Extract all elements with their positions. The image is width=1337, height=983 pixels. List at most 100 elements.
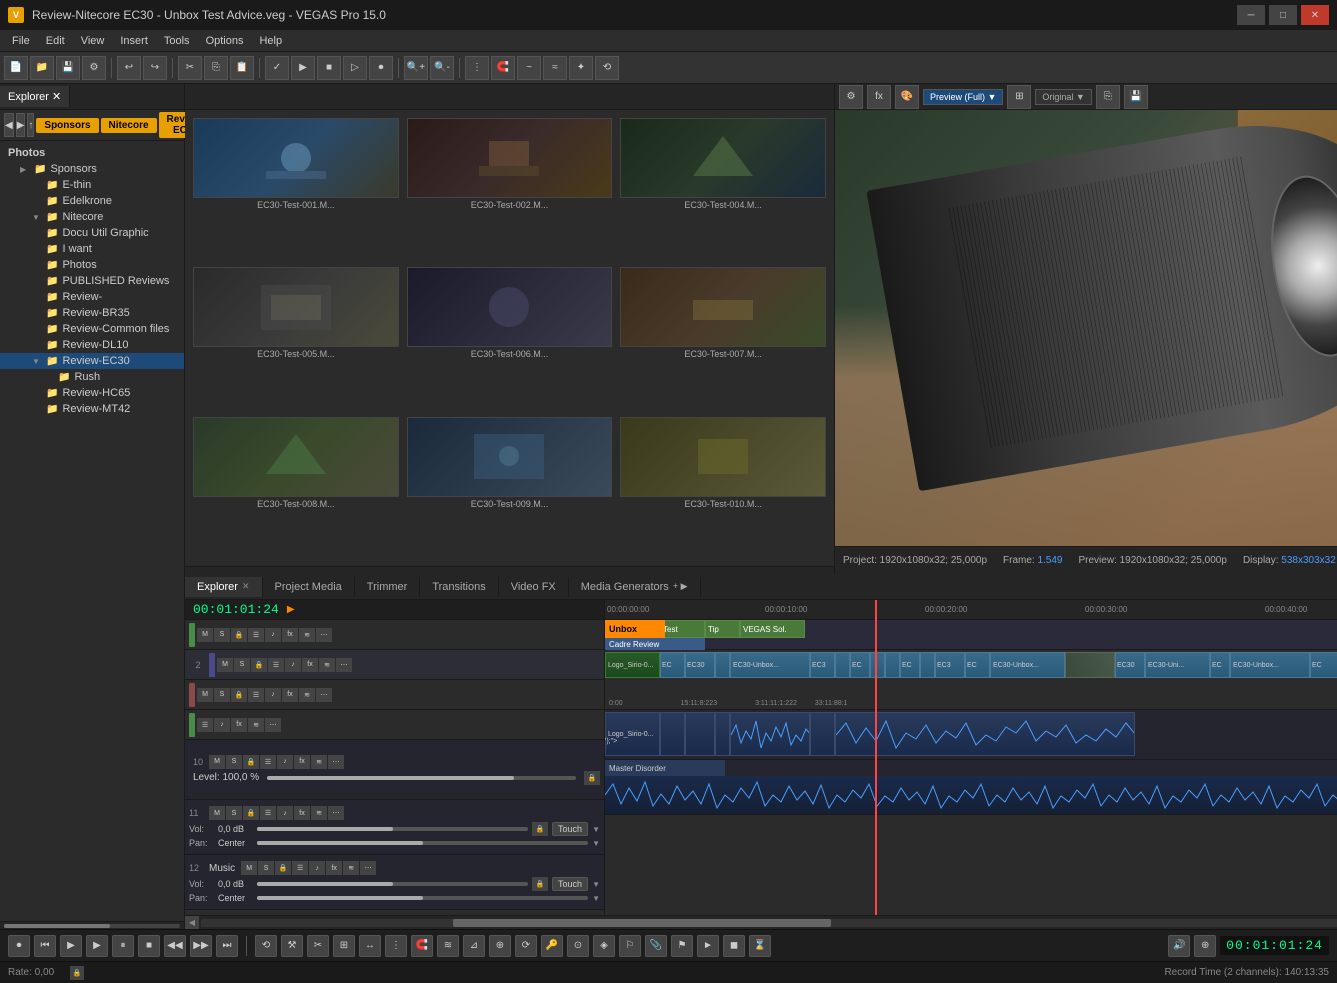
track-more-11[interactable]: ⋯ bbox=[328, 806, 344, 820]
menu-help[interactable]: Help bbox=[251, 33, 290, 49]
list-item[interactable]: EC30-Test-007.M... bbox=[620, 267, 826, 408]
pb-tool-15[interactable]: 📎 bbox=[645, 935, 667, 957]
pb-tool-18[interactable]: ◼ bbox=[723, 935, 745, 957]
clip-photo[interactable] bbox=[1065, 652, 1115, 678]
tb-cut[interactable]: ✂ bbox=[178, 56, 202, 80]
preview-original-btn[interactable]: Original ▼ bbox=[1035, 89, 1091, 105]
tb-split[interactable]: ⋮ bbox=[465, 56, 489, 80]
track-expand-1[interactable]: ☰ bbox=[248, 628, 264, 642]
track-solo-3[interactable]: S bbox=[214, 688, 230, 702]
pb-tool-5[interactable]: ⋮ bbox=[385, 935, 407, 957]
track-more-1[interactable]: ⋯ bbox=[316, 628, 332, 642]
tab-media-generators[interactable]: Media Generators + ▶ bbox=[569, 577, 701, 597]
preview-color-icon[interactable]: 🎨 bbox=[895, 85, 919, 109]
pb-tool-10[interactable]: ⟳ bbox=[515, 935, 537, 957]
tree-item-review-ec30[interactable]: ▼ 📁 Review-EC30 bbox=[0, 353, 184, 369]
vol-lock-11[interactable]: 🔒 bbox=[532, 822, 548, 836]
pb-loop-btn[interactable]: ⟲ bbox=[255, 935, 277, 957]
track-more-2[interactable]: ⋯ bbox=[336, 658, 352, 672]
clip-ec30-unbox-1[interactable]: EC30-Unbox... bbox=[730, 652, 810, 678]
pb-play2-btn[interactable]: ▶ bbox=[86, 935, 108, 957]
tree-item-review[interactable]: 📁 Review- bbox=[0, 289, 184, 305]
track-fx-11[interactable]: fx bbox=[294, 806, 310, 820]
track-solo-11[interactable]: S bbox=[226, 806, 242, 820]
track-vol-1[interactable]: ♪ bbox=[265, 628, 281, 642]
vol-slider-11[interactable] bbox=[257, 827, 528, 831]
clip-ec-2[interactable]: EC bbox=[850, 652, 870, 678]
tree-item-docu[interactable]: 📁 Docu Util Graphic bbox=[0, 225, 184, 241]
tb-loop[interactable]: ⟲ bbox=[595, 56, 619, 80]
nested-clip-test[interactable]: Test bbox=[660, 620, 705, 638]
pb-tool-8[interactable]: ⊿ bbox=[463, 935, 485, 957]
track-env-12[interactable]: ≋ bbox=[343, 861, 359, 875]
track-expand-10[interactable]: ☰ bbox=[260, 755, 276, 769]
tree-item-review-mt42[interactable]: 📁 Review-MT42 bbox=[0, 401, 184, 417]
tb-properties[interactable]: ⚙ bbox=[82, 56, 106, 80]
track-10-lock[interactable]: 🔒 bbox=[584, 771, 600, 785]
pb-prev-frame-btn[interactable]: ◀◀ bbox=[164, 935, 186, 957]
pb-tool-7[interactable]: ≋ bbox=[437, 935, 459, 957]
tree-item-published[interactable]: 📁 PUBLISHED Reviews bbox=[0, 273, 184, 289]
clip-ec3-2[interactable]: EC3 bbox=[935, 652, 965, 678]
tree-item-rush[interactable]: 📁 Rush bbox=[0, 369, 184, 385]
tab-video-fx[interactable]: Video FX bbox=[499, 577, 569, 597]
clip-ec1[interactable]: EC bbox=[660, 652, 685, 678]
tb-render[interactable]: ▶ bbox=[291, 56, 315, 80]
track-mute-1[interactable]: M bbox=[197, 628, 213, 642]
track-fx-12[interactable]: fx bbox=[326, 861, 342, 875]
tab-explorer[interactable]: Explorer ✕ bbox=[0, 86, 70, 107]
tb-zoom-out[interactable]: 🔍- bbox=[430, 56, 454, 80]
track-expand-3[interactable]: ☰ bbox=[248, 688, 264, 702]
minimize-button[interactable]: ─ bbox=[1237, 5, 1265, 25]
clip-ec30-1[interactable]: EC30 bbox=[685, 652, 715, 678]
track-env-1[interactable]: ≋ bbox=[299, 628, 315, 642]
track-expand-2[interactable]: ☰ bbox=[268, 658, 284, 672]
tree-item-nitecore[interactable]: ▼ 📁 Nitecore bbox=[0, 209, 184, 225]
track-more-3[interactable]: ⋯ bbox=[316, 688, 332, 702]
tab-explorer[interactable]: Explorer ✕ bbox=[185, 577, 263, 597]
track-mute-10[interactable]: M bbox=[209, 755, 225, 769]
menu-tools[interactable]: Tools bbox=[156, 33, 198, 49]
pb-tool-12[interactable]: ⊙ bbox=[567, 935, 589, 957]
clip-small-1[interactable] bbox=[715, 652, 730, 678]
pb-tool-11[interactable]: 🔑 bbox=[541, 935, 563, 957]
pb-pause-btn[interactable]: ⏸ bbox=[112, 935, 134, 957]
folder-nitecore[interactable]: Nitecore bbox=[101, 118, 157, 133]
tab-project-media[interactable]: Project Media bbox=[263, 577, 355, 597]
pb-tool-9[interactable]: ⊕ bbox=[489, 935, 511, 957]
menu-insert[interactable]: Insert bbox=[112, 33, 156, 49]
tree-item-e-thin[interactable]: 📁 E-thin bbox=[0, 177, 184, 193]
menu-edit[interactable]: Edit bbox=[38, 33, 73, 49]
preview-save-icon[interactable]: 💾 bbox=[1124, 85, 1148, 109]
clip-e2[interactable] bbox=[870, 652, 885, 678]
menu-view[interactable]: View bbox=[73, 33, 113, 49]
clip-ec30-unbox-2[interactable]: EC30-Unbox... bbox=[990, 652, 1065, 678]
list-item[interactable]: EC30-Test-005.M... bbox=[193, 267, 399, 408]
pb-rewind-btn[interactable]: ⏮ bbox=[34, 935, 56, 957]
track-env-11[interactable]: ≋ bbox=[311, 806, 327, 820]
list-item[interactable]: EC30-Test-006.M... bbox=[407, 267, 613, 408]
track-solo-2[interactable]: S bbox=[234, 658, 250, 672]
nav-back[interactable]: ◀ bbox=[4, 113, 14, 137]
clip-logo-sirio[interactable]: Logo_Sirio-0... bbox=[605, 652, 660, 678]
track-vol-3[interactable]: ♪ bbox=[265, 688, 281, 702]
tab-transitions[interactable]: Transitions bbox=[420, 577, 498, 597]
tb-redo[interactable]: ↪ bbox=[143, 56, 167, 80]
pb-tool-opts[interactable]: ⊕ bbox=[1194, 935, 1216, 957]
pb-record-btn[interactable]: ⏺ bbox=[8, 935, 30, 957]
track-more-4[interactable]: ⋯ bbox=[265, 718, 281, 732]
clip-e4[interactable] bbox=[920, 652, 935, 678]
track-env-10[interactable]: ≋ bbox=[311, 755, 327, 769]
clip-e1[interactable] bbox=[835, 652, 850, 678]
preview-mode-dropdown[interactable]: Preview (Full) ▼ bbox=[923, 89, 1003, 105]
clip-ec30-uni[interactable]: EC30-Uni... bbox=[1145, 652, 1210, 678]
clip-ec-5[interactable]: EC bbox=[1210, 652, 1230, 678]
tb-save[interactable]: 💾 bbox=[56, 56, 80, 80]
tab-close-icon[interactable]: ✕ bbox=[242, 581, 250, 592]
tb-snap[interactable]: 🧲 bbox=[491, 56, 515, 80]
track-mute-11[interactable]: M bbox=[209, 806, 225, 820]
track-lock-12[interactable]: 🔒 bbox=[275, 861, 291, 875]
track-env-4[interactable]: ≋ bbox=[248, 718, 264, 732]
pb-end-btn[interactable]: ⏭ bbox=[216, 935, 238, 957]
pb-tool-16[interactable]: ⚑ bbox=[671, 935, 693, 957]
